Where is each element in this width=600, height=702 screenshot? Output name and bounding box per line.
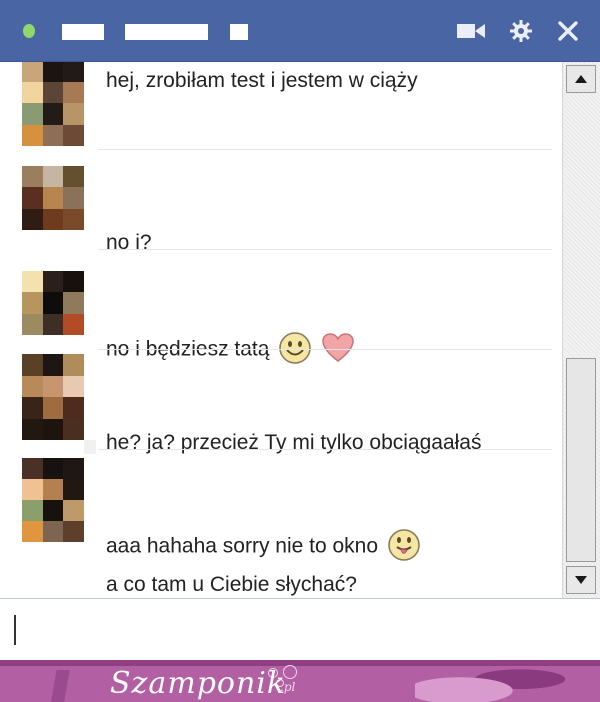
watermark-tld: .pl	[280, 680, 296, 694]
avatar	[22, 271, 84, 335]
chat-messages[interactable]: hej, zrobiłam test i jestem w ciąży no i…	[0, 62, 562, 598]
avatar	[22, 62, 84, 146]
decor-figure	[415, 664, 565, 702]
scroll-down-button[interactable]	[566, 566, 596, 594]
scroll-thumb[interactable]	[566, 358, 596, 562]
message-text-content: aaa hahaha sorry nie to okno	[106, 534, 379, 558]
message: he? ja? przecież Ty mi tylko obciągaałaś	[0, 350, 562, 453]
arrow-down-icon	[575, 576, 587, 584]
message: aaa hahaha sorry nie to okno a co tam u …	[0, 450, 562, 598]
online-status-icon	[23, 24, 35, 38]
video-icon[interactable]	[456, 18, 486, 44]
avatar	[22, 166, 84, 230]
decor-shape	[30, 670, 90, 702]
text-cursor	[14, 615, 16, 645]
message: hej, zrobiłam test i jestem w ciąży	[0, 62, 562, 150]
scrollbar[interactable]	[562, 62, 600, 598]
message-input[interactable]	[0, 598, 600, 660]
gear-icon[interactable]	[506, 18, 536, 44]
redacted-name-block	[230, 24, 248, 40]
watermark-banner: Szamponik .pl	[0, 660, 600, 702]
redacted-name-block	[62, 24, 104, 40]
tongue-emoji-icon	[386, 527, 422, 567]
close-icon[interactable]	[553, 18, 583, 44]
message: no i?	[0, 150, 562, 253]
message-text: a co tam u Ciebie słychać?	[106, 573, 357, 596]
arrow-up-icon	[575, 75, 587, 83]
message-text: aaa hahaha sorry nie to okno	[106, 527, 422, 567]
redacted-name-block	[125, 24, 208, 40]
avatar	[22, 458, 84, 542]
watermark-brand: Szamponik	[110, 666, 287, 701]
scroll-up-button[interactable]	[566, 65, 596, 93]
message: no i będziesz tatą	[0, 250, 562, 364]
message-text: hej, zrobiłam test i jestem w ciąży	[106, 69, 418, 92]
chat-header	[0, 0, 600, 62]
avatar	[22, 354, 84, 440]
